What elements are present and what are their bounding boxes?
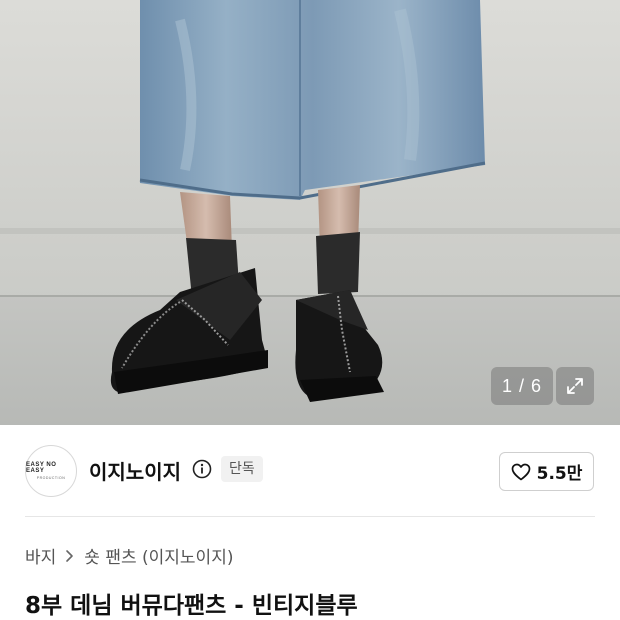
like-button[interactable]: 5.5만 [499,452,594,491]
product-photo [0,0,620,425]
brand-name[interactable]: 이지노이지 [89,456,181,485]
breadcrumb: 바지 숏 팬츠 (이지노이지) [25,543,233,568]
info-icon[interactable] [192,459,212,479]
like-count: 5.5만 [536,464,583,484]
expand-icon [567,378,583,394]
chevron-right-icon [62,548,78,564]
product-title: 8부 데님 버뮤다팬츠 - 빈티지블루 [25,593,358,619]
exclusive-badge: 단독 [221,456,263,482]
expand-button[interactable] [556,367,594,405]
brand-logo-subtext: PRODUCTION [36,476,66,480]
image-counter: 1 / 6 [491,367,553,405]
product-image-gallery[interactable]: 1 / 6 [0,0,620,425]
brand-logo-text: EASY NO EASY [26,462,57,474]
brand-logo[interactable]: EASY NO EASY PRODUCTION [25,445,77,497]
breadcrumb-category[interactable]: 바지 [25,543,56,568]
divider [25,516,595,517]
brand-row: EASY NO EASY PRODUCTION 이지노이지 단독 5.5만 [0,425,620,515]
heart-icon [511,463,530,480]
breadcrumb-subcategory[interactable]: 숏 팬츠 (이지노이지) [84,543,233,568]
